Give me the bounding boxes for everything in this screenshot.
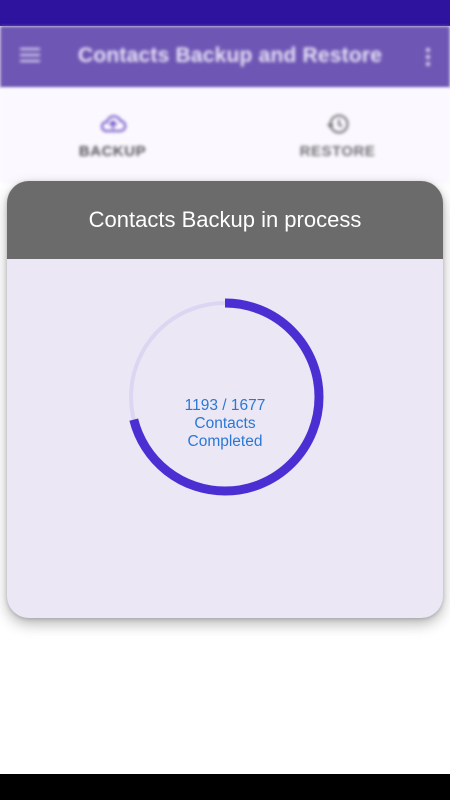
dialog-header: Contacts Backup in process xyxy=(7,181,443,259)
dialog-title: Contacts Backup in process xyxy=(88,207,362,232)
progress-count: 1193 / 1677 xyxy=(184,397,266,414)
backup-progress-dialog: Contacts Backup in process 1193 / 1677 C… xyxy=(7,181,443,618)
system-navigation-bar xyxy=(0,774,450,800)
progress-label-completed: Completed xyxy=(187,433,263,450)
progress-text: 1193 / 1677 Contacts Completed xyxy=(125,397,325,451)
progress-label-contacts: Contacts xyxy=(194,415,256,432)
